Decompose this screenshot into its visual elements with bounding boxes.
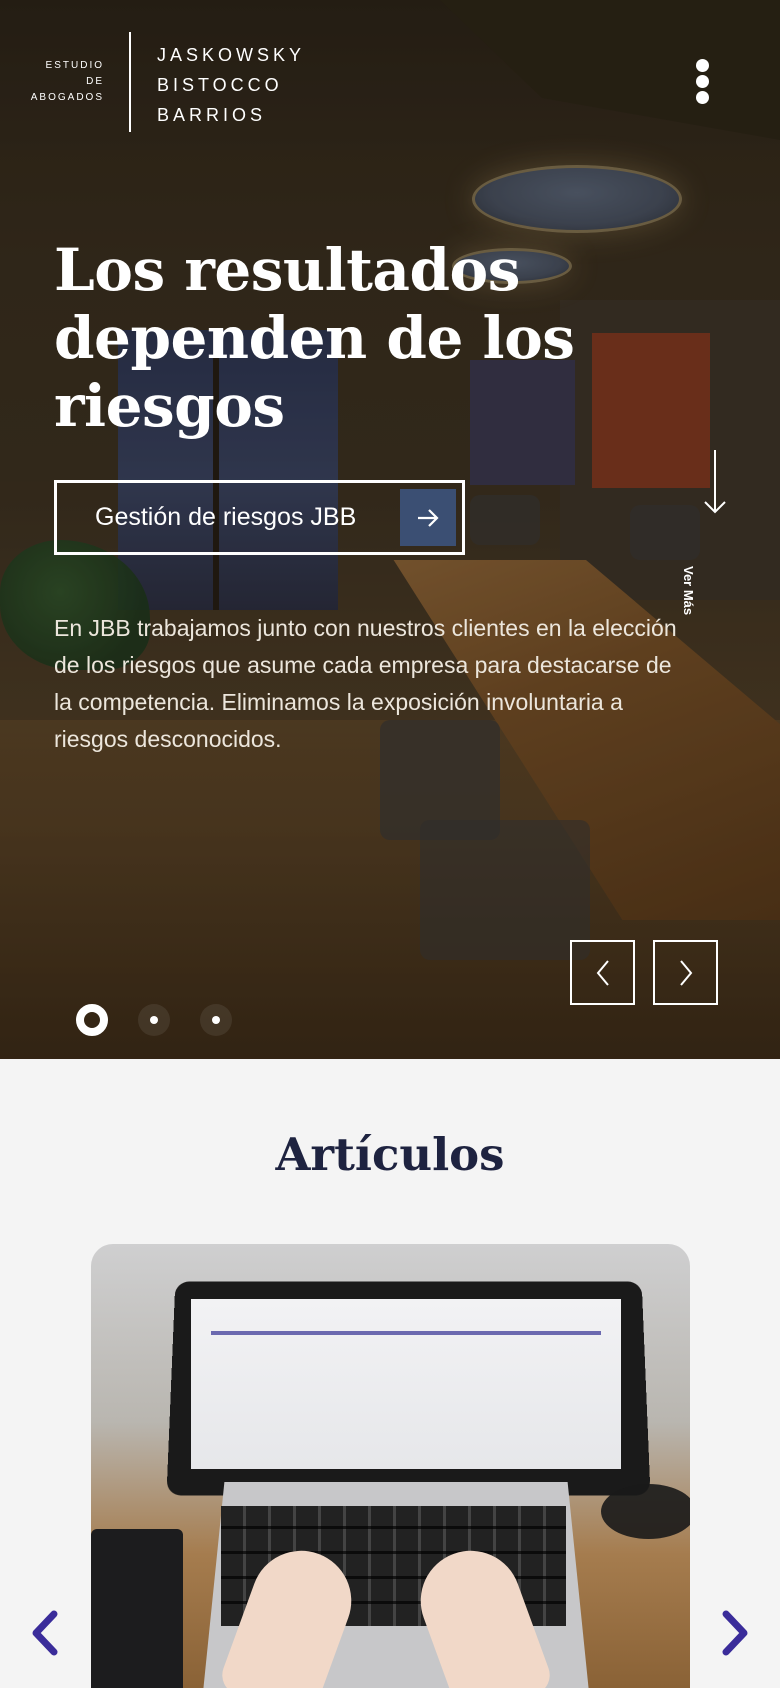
slide-dot[interactable] [200, 1004, 232, 1036]
article-card-image[interactable] [91, 1244, 690, 1688]
arrow-right-icon [400, 489, 456, 546]
logo-name-line: JASKOWSKY [157, 45, 306, 65]
scroll-down-link[interactable] [700, 448, 730, 598]
hero-section: ESTUDIO DE ABOGADOS JASKOWSKY BISTOCCO B… [0, 0, 780, 1059]
chevron-left-icon [596, 959, 609, 986]
slide-dot[interactable] [138, 1004, 170, 1036]
logo-subtitle-line: ABOGADOS [30, 92, 104, 103]
chevron-left-icon [32, 1610, 58, 1656]
logo-name-line: BISTOCCO [157, 75, 283, 95]
risk-management-button[interactable]: Gestión de riesgos JBB [54, 480, 465, 555]
chevron-right-icon [679, 959, 692, 986]
logo-divider [129, 32, 131, 132]
slide-next-button[interactable] [653, 940, 718, 1005]
phone-illustration [91, 1529, 183, 1688]
glasses-illustration [601, 1484, 690, 1539]
logo-subtitle: ESTUDIO DE ABOGADOS [4, 58, 104, 106]
logo-name-line: BARRIOS [157, 105, 267, 125]
logo-subtitle-line: ESTUDIO [45, 60, 104, 71]
slide-dot-active[interactable] [76, 1004, 108, 1036]
kebab-menu-icon[interactable] [690, 56, 714, 106]
articles-heading: Artículos [275, 1128, 505, 1181]
logo-name[interactable]: JASKOWSKY BISTOCCO BARRIOS [157, 40, 305, 130]
logo-subtitle-line: DE [86, 76, 104, 87]
risk-management-button-label: Gestión de riesgos JBB [95, 503, 357, 531]
hero-description: En JBB trabajamos junto con nuestros cli… [54, 615, 677, 752]
articles-next-button[interactable] [714, 1608, 754, 1658]
laptop-screen-illustration [191, 1299, 621, 1469]
articles-prev-button[interactable] [26, 1608, 66, 1658]
slide-prev-button[interactable] [570, 940, 635, 1005]
scroll-down-label: Ver Más [681, 566, 696, 616]
arrow-down-icon [704, 450, 726, 514]
hero-title: Los resultados dependen de los riesgos [54, 236, 575, 440]
chevron-right-icon [722, 1610, 748, 1656]
